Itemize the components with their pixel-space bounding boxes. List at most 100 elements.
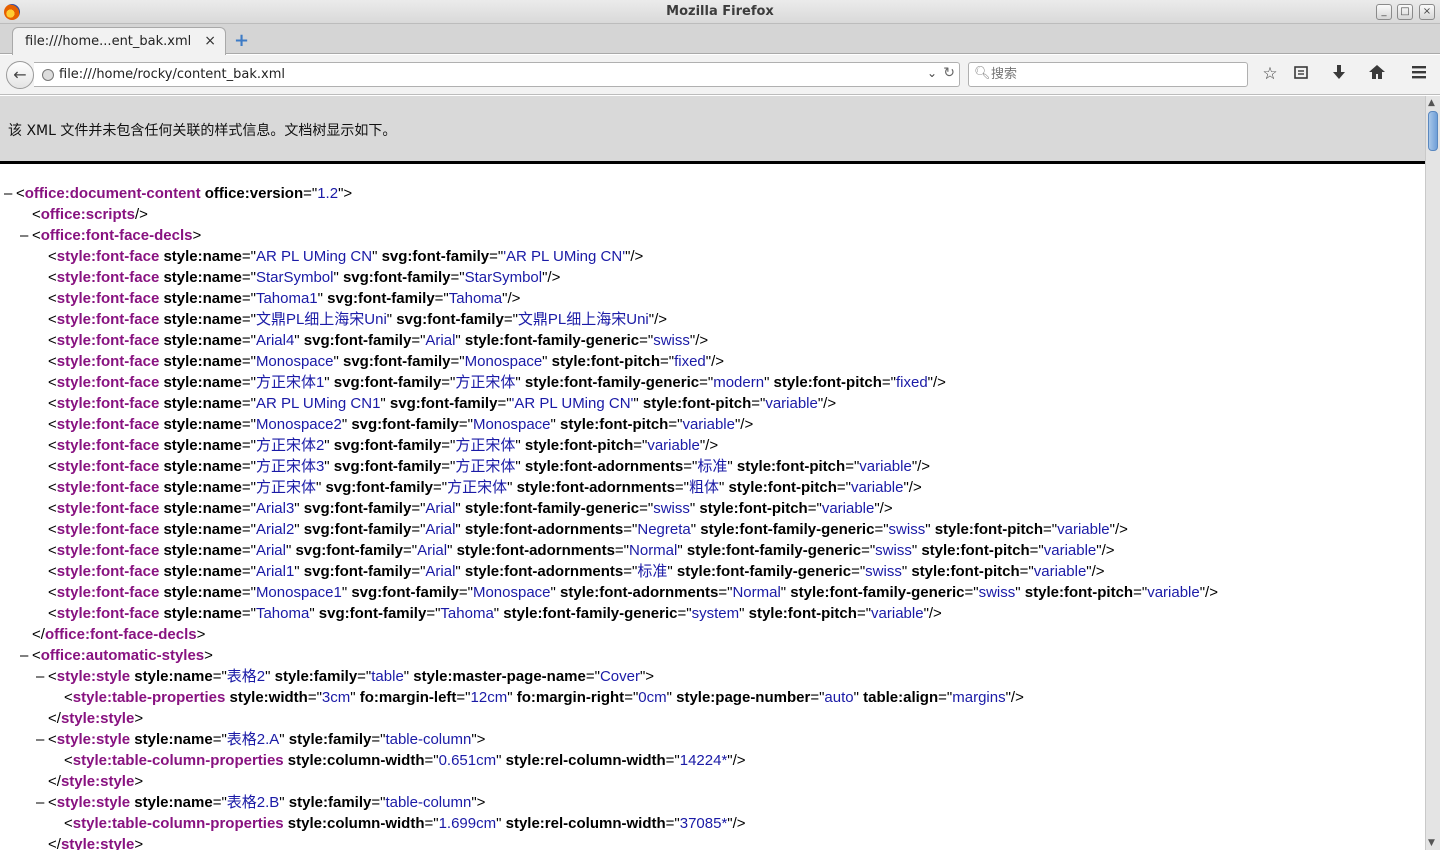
xml-attribute-value: 方正宋体2 <box>255 437 325 454</box>
back-icon[interactable]: ← <box>6 61 34 89</box>
menu-icon[interactable] <box>1408 64 1430 86</box>
xml-punctuation: =" <box>856 605 872 622</box>
xml-punctuation: =" <box>807 500 822 517</box>
scrollbar-thumb[interactable] <box>1428 111 1438 151</box>
close-window-icon[interactable]: × <box>1419 4 1435 20</box>
xml-punctuation: =" <box>1133 584 1148 601</box>
minimize-icon[interactable]: _ <box>1376 4 1392 20</box>
xml-info-message: 该 XML 文件并未包含任何关联的样式信息。文档树显示如下。 <box>8 123 397 139</box>
xml-attribute-value: table-column <box>385 794 472 811</box>
xml-attribute-value: Cover <box>599 668 640 685</box>
search-bar[interactable]: 🔍︎ <box>968 62 1248 87</box>
xml-punctuation: =" <box>441 374 456 391</box>
xml-attribute-name: style:rel-column-width <box>501 752 666 769</box>
xml-attribute-name: style:name <box>159 269 242 286</box>
xml-line: <style:table-column-properties style:col… <box>64 813 746 834</box>
xml-attribute-value: 文鼎PL细上海宋Uni <box>255 311 387 328</box>
reload-icon[interactable]: ↻ <box>943 65 955 81</box>
xml-line: <style:font-face style:name="方正宋体2" svg:… <box>48 435 718 456</box>
xml-attribute-value: 1.2 <box>317 185 339 202</box>
xml-attribute-value: Monospace <box>464 353 543 370</box>
xml-attribute-value: Arial <box>255 542 286 559</box>
xml-line: <office:scripts/> <box>32 204 148 225</box>
xml-punctuation: =" <box>674 479 690 496</box>
xml-punctuation: =" <box>441 458 456 475</box>
xml-attribute-name: style:rel-column-width <box>501 815 666 832</box>
xml-line: <style:font-face style:name="Monospace" … <box>48 351 724 372</box>
xml-attribute-value: AR PL UMing CN1 <box>255 395 381 412</box>
xml-attribute-value: Negreta <box>637 521 691 538</box>
xml-attribute-name: style:font-pitch <box>930 521 1044 538</box>
xml-punctuation: =" <box>489 248 504 265</box>
xml-punctuation: "/> <box>1005 689 1024 706</box>
xml-attribute-name: svg:font-family <box>385 395 498 412</box>
xml-attribute-value: Monospace <box>255 353 334 370</box>
xml-punctuation: "/> <box>1109 521 1128 538</box>
xml-attribute-value: 方正宋体1 <box>255 374 325 391</box>
xml-attribute-value: 方正宋体 <box>447 479 508 496</box>
xml-attribute-name: style:font-pitch <box>744 605 857 622</box>
xml-attribute-name: style:font-family-generic <box>460 332 640 349</box>
collapse-toggle[interactable]: – <box>20 645 28 666</box>
xml-punctuation: </ <box>48 710 61 727</box>
xml-document-tree: – <office:document-content office:version… <box>0 183 1425 850</box>
xml-punctuation: =" <box>241 521 256 538</box>
xml-punctuation: "/> <box>727 815 746 832</box>
xml-punctuation: =" <box>303 185 318 202</box>
xml-punctuation: </ <box>32 626 45 643</box>
home-icon[interactable] <box>1366 64 1388 86</box>
download-icon[interactable] <box>1328 64 1350 86</box>
url-dropdown-icon[interactable]: ⌄ <box>927 66 937 80</box>
vertical-scrollbar[interactable]: ▲ ▼ <box>1425 96 1440 850</box>
site-identity-icon[interactable] <box>42 69 54 81</box>
scroll-down-icon[interactable]: ▼ <box>1428 838 1435 848</box>
xml-attribute-value: 'AR PL UMing CN' <box>503 248 626 265</box>
xml-attribute-value: 文鼎PL细上海宋Uni <box>517 311 649 328</box>
collapse-toggle[interactable]: – <box>36 729 44 750</box>
xml-tag-name: style:style <box>56 731 131 748</box>
xml-punctuation: < <box>32 647 41 664</box>
xml-punctuation: < <box>48 353 57 370</box>
xml-punctuation: =" <box>441 437 456 454</box>
scroll-up-icon[interactable]: ▲ <box>1428 98 1435 108</box>
xml-attribute-value: margins <box>952 689 1006 706</box>
tab-content-bak[interactable]: file:///home...ent_bak.xml × <box>12 27 226 55</box>
xml-line: <style:table-properties style:width="3cm… <box>64 687 1024 708</box>
xml-attribute-name: style:name <box>159 395 242 412</box>
maximize-icon[interactable]: □ <box>1397 4 1413 20</box>
xml-attribute-name: style:page-number <box>671 689 811 706</box>
xml-punctuation: "/> <box>705 353 725 370</box>
collapse-toggle[interactable]: – <box>36 666 44 687</box>
new-tab-icon[interactable]: + <box>234 30 249 51</box>
xml-attribute-value: 方正宋体 <box>255 479 316 496</box>
collapse-toggle[interactable]: – <box>4 183 12 204</box>
xml-punctuation: =" <box>307 689 322 706</box>
collapse-toggle[interactable]: – <box>20 225 28 246</box>
xml-line: </style:style> <box>48 834 143 850</box>
xml-attribute-name: svg:font-family <box>299 563 412 580</box>
xml-attribute-name: style:column-width <box>283 815 425 832</box>
collapse-toggle[interactable]: – <box>36 792 44 813</box>
xml-punctuation: < <box>48 416 57 433</box>
xml-attribute-value: Arial <box>425 332 456 349</box>
xml-attribute-value: 方正宋体 <box>455 437 516 454</box>
xml-attribute-name: style:name <box>159 353 242 370</box>
bookmark-star-icon[interactable]: ☆ <box>1259 64 1281 86</box>
tab-bar: file:///home...ent_bak.xml × + <box>0 24 1440 55</box>
url-text[interactable]: file:///home/rocky/content_bak.xml <box>59 67 285 82</box>
xml-tag-name: office:automatic-styles <box>40 647 205 664</box>
search-input[interactable] <box>991 65 1241 84</box>
reading-list-icon[interactable] <box>1290 64 1312 86</box>
xml-punctuation: =" <box>424 815 439 832</box>
xml-line: <style:font-face style:name="Arial" svg:… <box>48 540 1115 561</box>
xml-attribute-value: 标准 <box>697 458 728 475</box>
xml-punctuation: =" <box>411 332 426 349</box>
xml-line: <style:font-face style:name="Arial2" svg… <box>48 519 1128 540</box>
xml-punctuation: < <box>48 269 57 286</box>
xml-attribute-value: 1.699cm <box>438 815 497 832</box>
url-bar[interactable]: file:///home/rocky/content_bak.xml ⌄ ↻ <box>34 62 960 87</box>
xml-attribute-value: Tahoma <box>255 605 310 622</box>
xml-punctuation: > <box>196 626 206 643</box>
xml-attribute-name: style:name <box>159 500 242 517</box>
tab-close-icon[interactable]: × <box>204 33 216 49</box>
